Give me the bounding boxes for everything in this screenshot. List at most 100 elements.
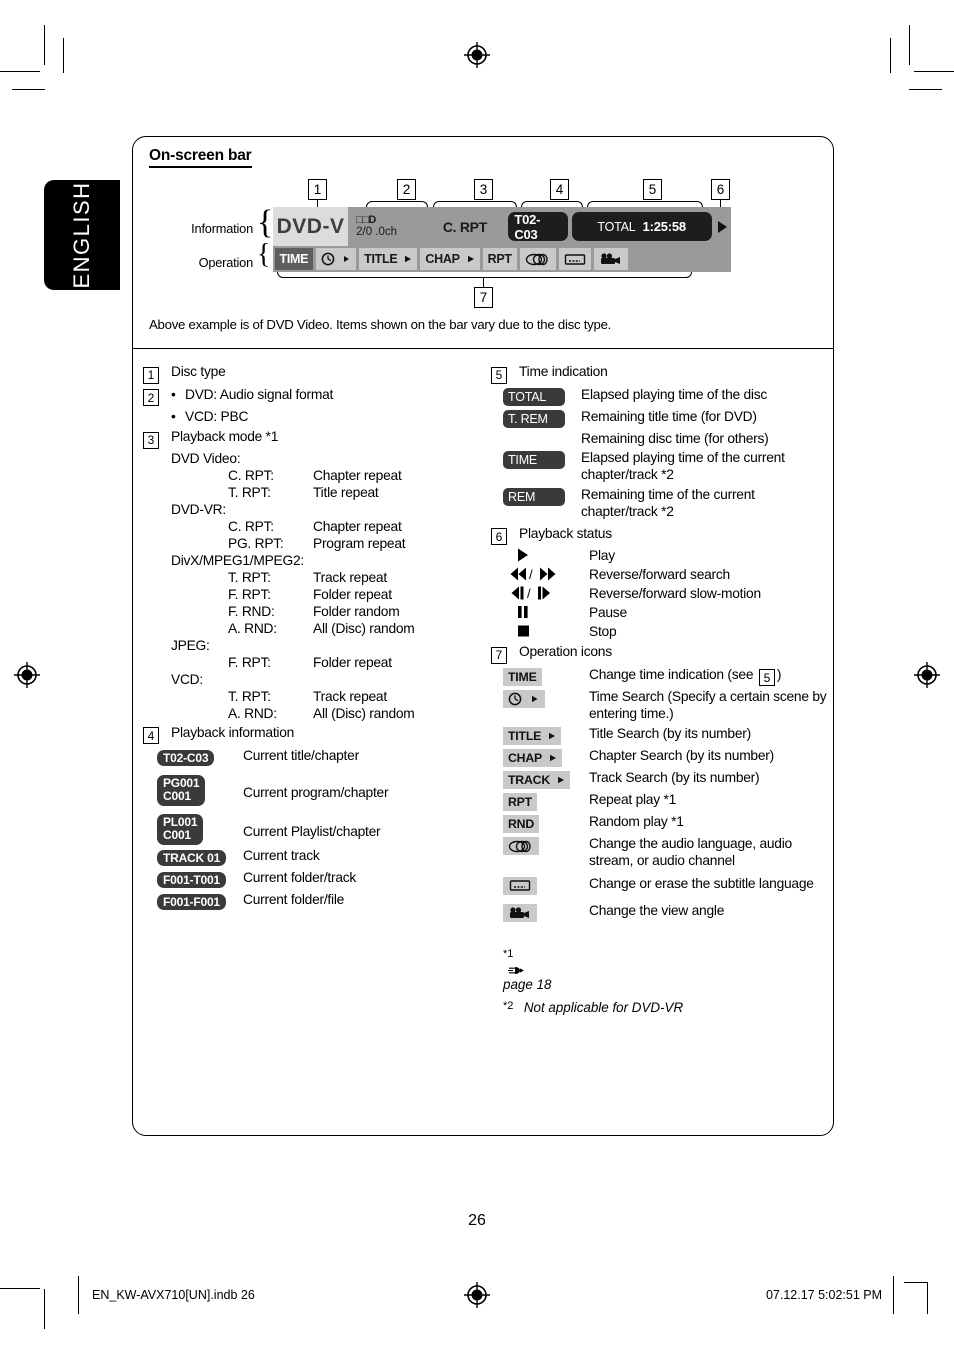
legend-area: 1 Disc type 2 • DVD: Audio signal format … xyxy=(133,349,833,1137)
chip-track-search: TRACK xyxy=(503,771,571,790)
osd-operation-row: TIME TITLE CHAP RPT xyxy=(273,246,731,272)
clock-arrow-icon xyxy=(321,252,350,266)
footer-rule-right-edge xyxy=(926,1282,928,1314)
pm-val: Title repeat xyxy=(313,484,379,500)
osd-title-chapter: T02-C03 xyxy=(508,212,568,242)
legend-num-2: 2 xyxy=(143,389,159,406)
osd-op-angle-button[interactable] xyxy=(593,248,628,270)
pm-val: Folder repeat xyxy=(313,586,392,602)
osd-op-chap-label: CHAP xyxy=(425,252,460,266)
badge-title-chapter: T02-C03 xyxy=(157,750,215,766)
osd-information-row: DVD-V □□D 2/0 .0ch C. RPT T02-C03 TOTAL … xyxy=(273,207,731,246)
crop-mark-tr-h xyxy=(914,71,954,73)
chip-track-label: TRACK xyxy=(508,773,551,788)
legend-num-6: 6 xyxy=(491,528,507,546)
osd-op-title-search-button[interactable]: TITLE xyxy=(359,248,418,270)
playback-mode-row: T. RPT: Title repeat xyxy=(228,485,488,500)
playback-mode-row: A. RND: All (Disc) random xyxy=(228,621,488,636)
osd-time: TOTAL 1:25:58 xyxy=(571,212,712,241)
osd-op-time-button[interactable]: TIME xyxy=(274,248,314,270)
playback-info-desc: Current track xyxy=(243,847,320,863)
legend-right-column: 5 Time indication TOTAL Elapsed playing … xyxy=(491,349,831,1017)
arrow-right-icon xyxy=(543,732,556,740)
crop-mark-bl-h xyxy=(0,1287,40,1289)
footer-rule-right-top xyxy=(904,1282,928,1284)
legend-item-2: 2 • DVD: Audio signal format xyxy=(143,386,488,406)
pm-key: F. RPT: xyxy=(228,654,271,670)
arrow-right-icon xyxy=(552,776,565,784)
osd-bar: DVD-V □□D 2/0 .0ch C. RPT T02-C03 TOTAL … xyxy=(273,207,731,272)
operation-icon-desc: Chapter Search (by its number) xyxy=(589,748,774,764)
playback-info-row: TRACK 01 Current track xyxy=(157,848,488,867)
badge-line2: C001 xyxy=(163,789,191,804)
playback-mode-group-heading: DVD-VR: xyxy=(171,501,226,517)
legend-label-4: Playback information xyxy=(171,724,295,740)
operation-icon-desc: Change the view angle xyxy=(589,903,725,919)
osd-op-subtitle-button[interactable] xyxy=(558,248,591,270)
operation-icon-desc: Title Search (by its number) xyxy=(589,726,751,742)
playback-mode-row: PG. RPT: Program repeat xyxy=(228,536,488,551)
operation-icon-desc: Random play *1 xyxy=(589,814,684,830)
osd-audio-format: □□D 2/0 .0ch xyxy=(348,207,423,246)
playback-mode-row: C. RPT: Chapter repeat xyxy=(228,519,488,534)
playback-info-desc: Current title/chapter xyxy=(243,748,359,763)
playback-status-row: / Reverse/forward slow-motion xyxy=(503,586,831,601)
crop-mark-tl-h xyxy=(0,71,40,73)
crop-mark-tr-h2 xyxy=(909,89,942,91)
playback-info-desc: Current Playlist/chapter xyxy=(243,823,381,839)
content-frame: On-screen bar 1 2 3 4 5 6 7 Information … xyxy=(132,136,834,1136)
playback-mode-group-heading: DivX/MPEG1/MPEG2: xyxy=(171,552,304,568)
legend-bullet-2-1: VCD: PBC xyxy=(185,409,249,424)
playback-mode-row: T. RPT: Track repeat xyxy=(228,570,488,585)
badge-remain: REM xyxy=(503,487,565,506)
operation-icon-row: TIME Change time indication (see 5) xyxy=(503,667,831,687)
badge-line2: C001 xyxy=(163,828,191,843)
pm-key: F. RND: xyxy=(228,603,275,619)
time-indication-row: TIME Elapsed playing time of the current… xyxy=(503,450,831,484)
time-indication-desc: Elapsed playing time of the disc xyxy=(581,386,768,402)
crop-mark-tr-v2 xyxy=(889,38,891,73)
legend-num-4: 4 xyxy=(143,727,159,744)
chip-angle xyxy=(503,904,537,923)
playback-status-desc: Reverse/forward slow-motion xyxy=(589,586,761,602)
pm-key: F. RPT: xyxy=(228,586,271,602)
angle-icon xyxy=(510,907,529,919)
page-number: 26 xyxy=(468,1212,486,1229)
playback-mode-group-heading: VCD: xyxy=(171,671,203,687)
audio-icon xyxy=(525,253,548,265)
operation-icon-row: CHAP Chapter Search (by its number) xyxy=(503,748,831,768)
legend-num-7: 7 xyxy=(491,646,507,664)
playback-status-desc: Reverse/forward search xyxy=(589,567,730,583)
osd-op-audio-button[interactable] xyxy=(519,248,556,270)
playback-info-row: T02-C03 Current title/chapter xyxy=(157,748,488,767)
pm-key: T. RPT: xyxy=(228,484,271,500)
footer-rule-right xyxy=(892,1276,894,1314)
operation-row-label: Operation xyxy=(198,255,254,270)
chip-title-search: TITLE xyxy=(503,727,562,746)
op-desc-ref: 5 xyxy=(758,669,775,687)
playback-status-desc: Stop xyxy=(589,624,617,640)
reverse-forward-slow-icon: / xyxy=(503,586,589,600)
osd-op-chapter-search-button[interactable]: CHAP xyxy=(420,248,480,270)
osd-op-time-search-button[interactable] xyxy=(316,248,357,270)
playback-info-desc: Current folder/file xyxy=(243,891,345,907)
badge-folder-file: F001-F001 xyxy=(157,893,226,910)
pointing-hand-icon xyxy=(508,967,524,975)
legend-label-5: Time indication xyxy=(519,364,608,379)
op-desc-post: ) xyxy=(776,666,782,682)
playback-status-row: Pause xyxy=(503,605,831,620)
operation-icon-desc: Repeat play *1 xyxy=(589,792,677,808)
playback-mode-group-heading: JPEG: xyxy=(171,637,210,653)
operation-icon-desc: Time Search (Specify a certain scene by … xyxy=(589,689,827,722)
osd-op-repeat-button[interactable]: RPT xyxy=(482,248,517,270)
playback-mode-row: C. RPT: Chapter repeat xyxy=(228,468,488,483)
badge-program-chapter: PG001 C001 xyxy=(157,775,206,806)
subtitle-icon xyxy=(564,253,585,265)
legend-num-1: 1 xyxy=(143,366,159,384)
chip-subtitle xyxy=(503,876,537,895)
playback-status-row: / Reverse/forward search xyxy=(503,567,831,582)
playback-status-row: Play xyxy=(503,548,831,563)
pm-val: Chapter repeat xyxy=(313,467,402,483)
pm-val: Track repeat xyxy=(313,569,387,585)
callout-3: 3 xyxy=(474,179,493,200)
